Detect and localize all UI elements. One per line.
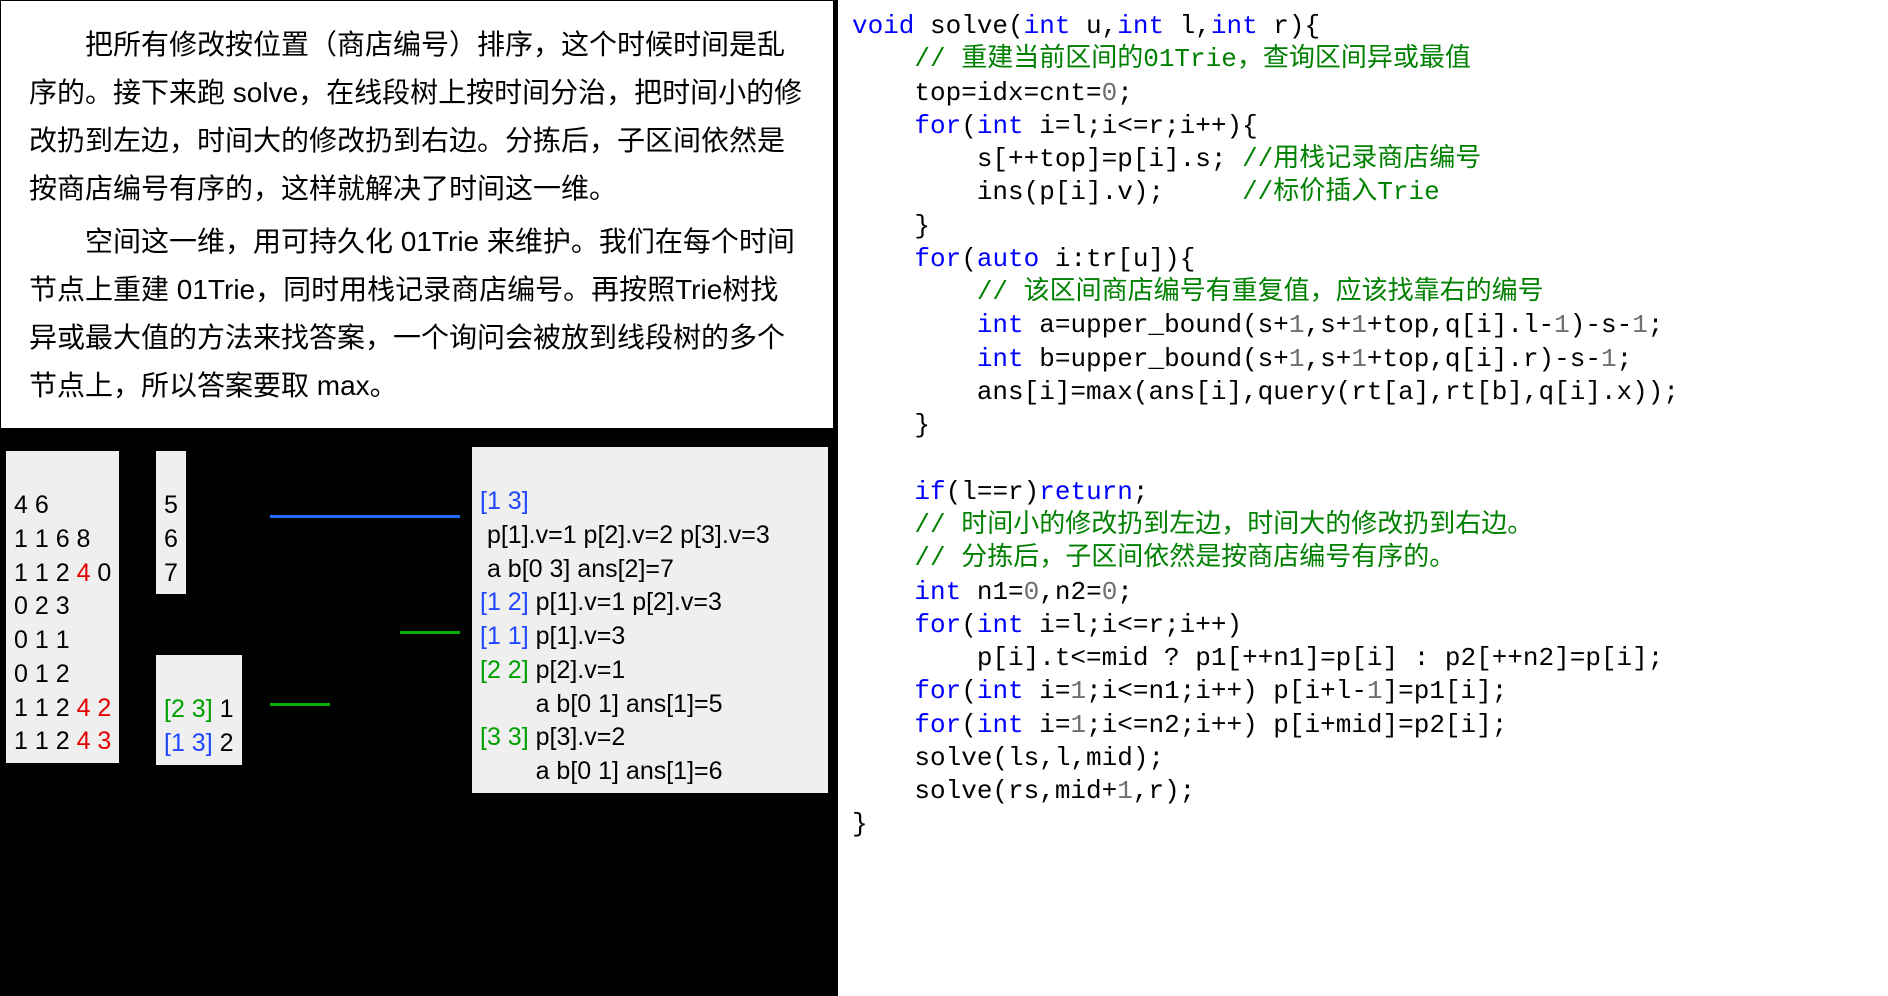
- explanation-text: 把所有修改按位置（商店编号）排序，这个时候时间是乱序的。接下来跑 solve，在…: [0, 0, 834, 429]
- connector-green-2: [270, 703, 330, 706]
- interval-box: [2 3] 1 [1 3] 2: [156, 655, 242, 764]
- trace-output-box: [1 3] p[1].v=1 p[2].v=2 p[3].v=3 a b[0 3…: [472, 447, 828, 793]
- small-number-box: 5 6 7: [156, 451, 186, 594]
- paragraph-2: 空间这一维，用可持久化 01Trie 来维护。我们在每个时间节点上重建 01Tr…: [29, 218, 805, 411]
- left-column: 把所有修改按位置（商店编号）排序，这个时候时间是乱序的。接下来跑 solve，在…: [0, 0, 834, 996]
- input-list-box: 4 6 1 1 6 8 1 1 2 4 0 0 2 3 0 1 1 0 1 2 …: [6, 451, 119, 763]
- connector-blue: [270, 515, 460, 518]
- diagram-area: 4 6 1 1 6 8 1 1 2 4 0 0 2 3 0 1 1 0 1 2 …: [0, 429, 834, 996]
- paragraph-1: 把所有修改按位置（商店编号）排序，这个时候时间是乱序的。接下来跑 solve，在…: [29, 21, 805, 214]
- code-panel: void solve(int u,int l,int r){ // 重建当前区间…: [834, 0, 1888, 996]
- connector-green-1: [400, 631, 460, 634]
